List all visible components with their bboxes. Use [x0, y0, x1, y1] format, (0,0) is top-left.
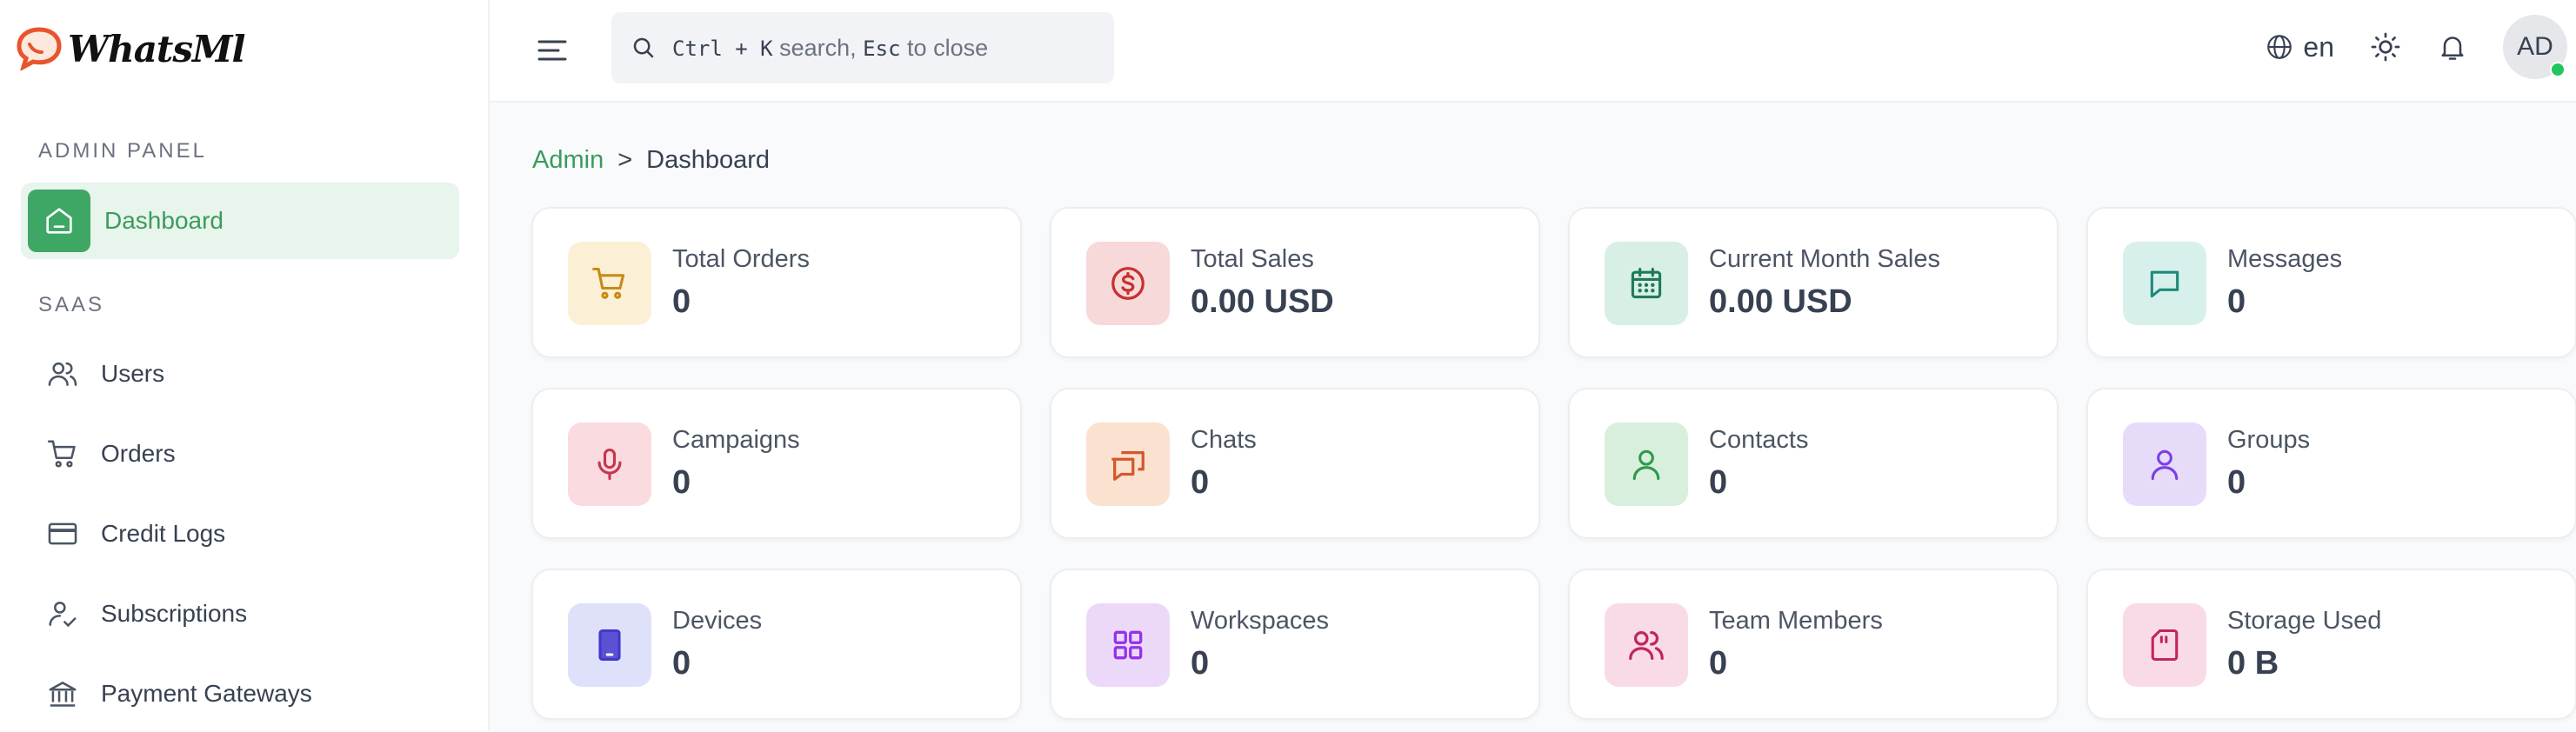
device-icon	[568, 603, 651, 687]
sidebar-item-subscriptions[interactable]: Subscriptions	[21, 576, 459, 652]
user-check-icon	[38, 597, 87, 630]
storage-icon	[2123, 603, 2206, 687]
stat-label: Contacts	[1709, 426, 1809, 454]
stat-label: Chats	[1191, 426, 1257, 454]
globe-icon	[2267, 35, 2292, 59]
search-hint-text: search,	[779, 34, 857, 61]
breadcrumb-admin-link[interactable]: Admin	[532, 146, 604, 175]
sidebar-item-users[interactable]: Users	[21, 336, 459, 412]
top-bar: Ctrl + K search, Esc to close en AD	[490, 0, 2576, 103]
sidebar: WhatsMl ADMIN PANEL Dashboard SAAS Users…	[0, 0, 490, 730]
close-shortcut-key: Esc	[863, 36, 901, 61]
online-status-dot	[2550, 62, 2566, 77]
stat-value: 0.00 USD	[1191, 283, 1334, 320]
message-icon	[2123, 242, 2206, 325]
cart-icon	[568, 242, 651, 325]
stat-label: Messages	[2227, 245, 2343, 273]
stat-card-devices[interactable]: Devices 0	[531, 569, 1022, 720]
contact-icon	[1605, 423, 1688, 506]
search-icon	[633, 37, 654, 58]
stat-label: Total Sales	[1191, 245, 1314, 273]
stat-value: 0	[2227, 283, 2246, 320]
team-members-icon	[1605, 603, 1688, 687]
search-shortcut-key: Ctrl + K	[672, 36, 773, 61]
breadcrumb: Admin > Dashboard	[532, 146, 770, 175]
section-saas: SAAS	[38, 293, 105, 316]
stat-label: Team Members	[1709, 607, 1883, 635]
stat-value: 0	[1191, 464, 1210, 501]
sidebar-item-credit-logs[interactable]: Credit Logs	[21, 496, 459, 572]
stat-value: 0	[2227, 464, 2246, 501]
credit-card-icon	[38, 517, 87, 550]
calendar-icon	[1605, 242, 1688, 325]
stat-value: 0	[1191, 645, 1210, 682]
stat-value: 0	[1709, 464, 1728, 501]
stat-card-total-orders[interactable]: Total Orders 0	[531, 207, 1022, 358]
language-selector[interactable]: en	[2265, 31, 2334, 63]
stat-label: Workspaces	[1191, 607, 1330, 635]
sidebar-item-orders[interactable]: Orders	[21, 416, 459, 492]
brand-logo[interactable]: WhatsMl	[16, 23, 245, 75]
stat-card-groups[interactable]: Groups 0	[2086, 388, 2576, 539]
sidebar-item-label: Orders	[101, 440, 176, 467]
stat-value: 0	[672, 645, 691, 682]
sidebar-item-label: Users	[101, 360, 165, 387]
top-right-controls: en AD	[2265, 0, 2576, 94]
home-icon	[28, 190, 90, 252]
users-icon	[38, 357, 87, 390]
sidebar-item-label: Dashboard	[104, 207, 224, 234]
stat-value: 0	[1709, 645, 1728, 682]
close-hint-text: to close	[907, 34, 989, 61]
cart-icon	[38, 437, 87, 470]
brand-name: WhatsMl	[68, 27, 245, 70]
stat-value: 0.00 USD	[1709, 283, 1852, 320]
sidebar-item-label: Subscriptions	[101, 600, 248, 627]
section-admin-panel: ADMIN PANEL	[38, 139, 207, 163]
stat-label: Storage Used	[2227, 607, 2382, 635]
stat-label: Current Month Sales	[1709, 245, 1940, 273]
microphone-icon	[568, 423, 651, 506]
sidebar-item-payment-gateways[interactable]: Payment Gateways	[21, 655, 459, 732]
stat-value: 0	[672, 283, 691, 320]
sidebar-item-label: Credit Logs	[101, 520, 226, 547]
sidebar-item-dashboard[interactable]: Dashboard	[21, 183, 459, 259]
search-placeholder: Ctrl + K search, Esc to close	[672, 35, 988, 62]
stat-card-campaigns[interactable]: Campaigns 0	[531, 388, 1022, 539]
stat-label: Groups	[2227, 426, 2311, 454]
language-label: en	[2303, 30, 2334, 63]
sun-icon	[2371, 32, 2400, 62]
stat-label: Total Orders	[672, 245, 810, 273]
avatar-initials: AD	[2517, 32, 2553, 61]
sidebar-item-label: Payment Gateways	[101, 680, 312, 707]
stat-card-current-month-sales[interactable]: Current Month Sales 0.00 USD	[1568, 207, 2059, 358]
bell-icon	[2441, 37, 2464, 60]
stat-card-total-sales[interactable]: Total Sales 0.00 USD	[1050, 207, 1540, 358]
breadcrumb-separator: >	[617, 146, 633, 174]
bank-icon	[38, 677, 87, 710]
stat-value: 0	[672, 464, 691, 501]
chats-icon	[1086, 423, 1170, 506]
stat-card-contacts[interactable]: Contacts 0	[1568, 388, 2059, 539]
workspaces-icon	[1086, 603, 1170, 687]
breadcrumb-current: Dashboard	[646, 146, 771, 174]
search-input[interactable]: Ctrl + K search, Esc to close	[611, 12, 1114, 83]
stat-card-storage-used[interactable]: Storage Used 0 B	[2086, 569, 2576, 720]
hamburger-icon	[537, 40, 567, 61]
group-icon	[2123, 423, 2206, 506]
stat-card-chats[interactable]: Chats 0	[1050, 388, 1540, 539]
stat-card-messages[interactable]: Messages 0	[2086, 207, 2576, 358]
stat-label: Devices	[672, 607, 763, 635]
menu-toggle-button[interactable]	[533, 31, 571, 70]
notifications-button[interactable]	[2437, 31, 2468, 63]
stat-label: Campaigns	[672, 426, 800, 454]
theme-toggle-button[interactable]	[2369, 30, 2402, 63]
user-avatar[interactable]: AD	[2503, 15, 2567, 79]
stat-value: 0 B	[2227, 645, 2279, 682]
stat-card-team-members[interactable]: Team Members 0	[1568, 569, 2059, 720]
chat-bubble-logo-icon	[17, 27, 62, 70]
stat-card-workspaces[interactable]: Workspaces 0	[1050, 569, 1540, 720]
dollar-circle-icon	[1086, 242, 1170, 325]
